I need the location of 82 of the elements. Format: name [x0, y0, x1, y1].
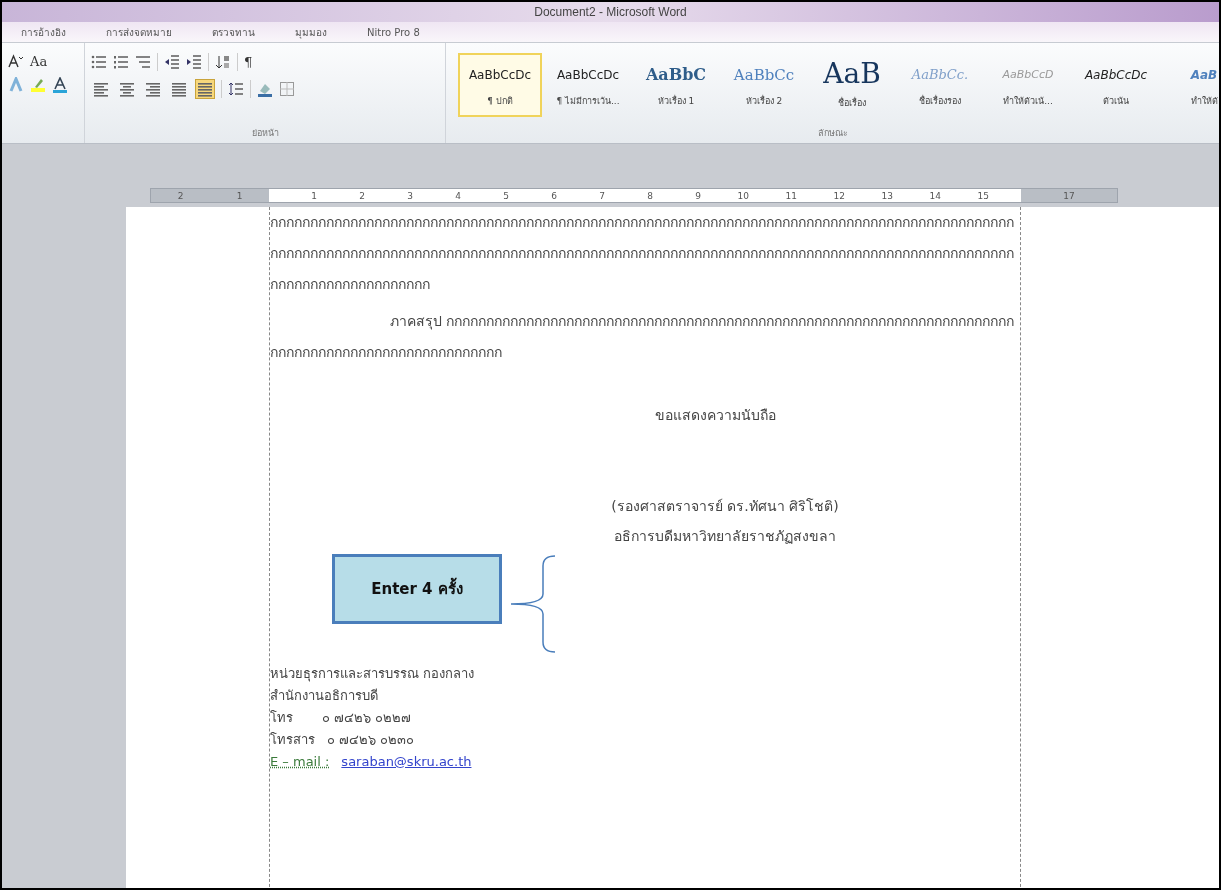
ruler-number: 13	[880, 190, 893, 201]
ribbon-tab[interactable]: ตรวจทาน	[209, 21, 258, 43]
ruler-number: 1	[310, 190, 317, 201]
group-label: ลักษณะ	[816, 127, 849, 140]
email-link[interactable]: saraban@skru.ac.th	[341, 751, 472, 773]
style-label: ทำให้ตัวเน้...	[1003, 95, 1053, 108]
body-paragraph: กกกกกกกกกกกกกกกกกกกกกกกกกกกกกกกกกกกกกกกกกกกกกกกกกกกกกกกกกกกกกกกกกกกกกกกกกกกกกกกกกกกกกกกกกกกกกกกกกกกกกกกกกกกกกกกกกกกกกกกกกกกกกกกกกกกกกกกกกกกกกกกกกกกกกกกกกกกกกกกกกกกกกกกกกกกกกกกกกกกกกกกกกกกกกกกกกกกกกกกกกกกกกก	[270, 213, 1015, 294]
style-label: ตัวเน้น	[1103, 95, 1129, 108]
style-label: ¶ ไม่มีการเว้น...	[556, 95, 620, 108]
contact-number: ๐ ๗๔๒๖ ๐๒๒๗	[322, 709, 412, 727]
style-label: ¶ ปกติ	[487, 95, 513, 108]
multilevel-list-icon[interactable]	[135, 54, 151, 70]
closing-line: ขอแสดงความนับถือ	[653, 406, 777, 425]
ruler-number: 4	[454, 190, 461, 201]
style-preview: AaBbCc	[733, 65, 795, 86]
ribbon-tab[interactable]: มุมมอง	[292, 21, 330, 43]
style-option[interactable]: AaBbCcDc ตัวเน้น	[1074, 53, 1158, 117]
callout-box: Enter 4 ครั้ง	[332, 554, 502, 624]
numbered-list-icon[interactable]	[113, 54, 129, 70]
signature-line: (รองศาสตราจารย์ ดร.ทัศนา ศิริโชติ)	[611, 497, 839, 516]
ruler-number: 14	[928, 190, 941, 201]
style-option[interactable]: AaBbCcDc ¶ ไม่มีการเว้น...	[546, 53, 630, 117]
style-option[interactable]: AaBbCcD ทำให้ตัวเน้...	[986, 53, 1070, 117]
contact-line: สำนักงานอธิการบดี	[270, 687, 378, 705]
change-case-button[interactable]: Aa	[30, 53, 48, 69]
style-option[interactable]: AaBbCc. ชื่อเรื่องรอง	[898, 53, 982, 117]
sort-icon[interactable]	[215, 54, 231, 70]
style-label: ทำให้ตั	[1190, 95, 1218, 108]
ribbon-tab[interactable]: การอ้างอิง	[18, 21, 69, 43]
ruler-number: 9	[694, 190, 701, 201]
style-label: ชื่อเรื่องรอง	[919, 94, 961, 108]
body-paragraph: ภาคสรุป กกกกกกกกกกกกกกกกกกกกกกกกกกกกกกกกกกกกกกกกกกกกกกกกกกกกกกกกกกกกกกกกกกกกกกกกกกกกกกกกกกกกกกกกกกกกกกกกกกกก	[270, 312, 1016, 362]
contact-number: ๐ ๗๔๒๖ ๐๒๓๐	[327, 731, 415, 749]
bullet-list-icon[interactable]	[91, 54, 107, 70]
shrink-font-icon[interactable]	[8, 53, 24, 69]
ruler-number: 6	[550, 190, 557, 201]
style-option[interactable]: AaBbC หัวเรื่อง 1	[634, 53, 718, 117]
style-preview: AaBbC	[645, 64, 707, 86]
signature-line: อธิการบดีมหาวิทยาลัยราชภัฏสงขลา	[614, 527, 836, 546]
ruler-number: 3	[406, 190, 413, 201]
style-option[interactable]: AaBbCcDc ¶ ปกติ	[458, 53, 542, 117]
style-preview: AaBbCcD	[1002, 67, 1054, 83]
style-label: หัวเรื่อง 2	[745, 94, 783, 108]
contact-label: โทรสาร	[270, 731, 315, 749]
style-option[interactable]: AaB ชื่อเรื่อง	[810, 53, 894, 117]
ribbon-tab[interactable]: การส่งจดหมาย	[103, 21, 175, 43]
ruler-number: 17	[1063, 190, 1075, 201]
ruler-number: 10	[736, 190, 749, 201]
ruler-number: 7	[598, 190, 605, 201]
style-preview: AaBbCc.	[911, 66, 969, 84]
ruler-number: 2	[358, 190, 365, 201]
style-preview: AaBbCcDc	[1084, 67, 1148, 84]
ruler-number: 8	[646, 190, 653, 201]
borders-icon[interactable]	[279, 81, 295, 97]
contact-line: หน่วยธุรการและสารบรรณ กองกลาง	[270, 665, 475, 684]
font-color-icon[interactable]	[52, 77, 68, 93]
ruler-number: 2	[177, 190, 184, 201]
ruler-number: 11	[784, 190, 797, 201]
line-spacing-icon[interactable]	[228, 81, 244, 97]
ruler-number: 12	[832, 190, 845, 201]
style-label: หัวเรื่อง 1	[657, 94, 695, 108]
contact-label: E – mail :	[270, 753, 330, 771]
group-label: ย่อหน้า	[250, 127, 280, 140]
align-button[interactable]	[195, 79, 215, 99]
style-option[interactable]: AaB ทำให้ตั	[1162, 53, 1219, 117]
highlighter-icon[interactable]	[30, 77, 46, 93]
style-label: ชื่อเรื่อง	[838, 96, 866, 110]
style-option[interactable]: AaBbCc หัวเรื่อง 2	[722, 53, 806, 117]
ruler-number: 15	[976, 190, 989, 201]
increase-indent-icon[interactable]	[186, 54, 202, 70]
shading-icon[interactable]	[257, 81, 273, 97]
style-preview: AaBbCcDc	[468, 67, 532, 84]
ribbon-tab[interactable]: Nitro Pro 8	[364, 23, 423, 41]
show-formatting-button[interactable]: ¶	[244, 54, 253, 70]
ruler-number: 1	[236, 190, 243, 201]
style-preview: AaB	[823, 60, 881, 87]
ruler-number: 5	[502, 190, 509, 201]
contact-label: โทร	[270, 709, 294, 727]
window-title: Document2 - Microsoft Word	[534, 5, 687, 19]
decrease-indent-icon[interactable]	[164, 54, 180, 70]
style-preview: AaBbCcDc	[556, 67, 620, 84]
style-preview: AaB	[1190, 67, 1218, 84]
